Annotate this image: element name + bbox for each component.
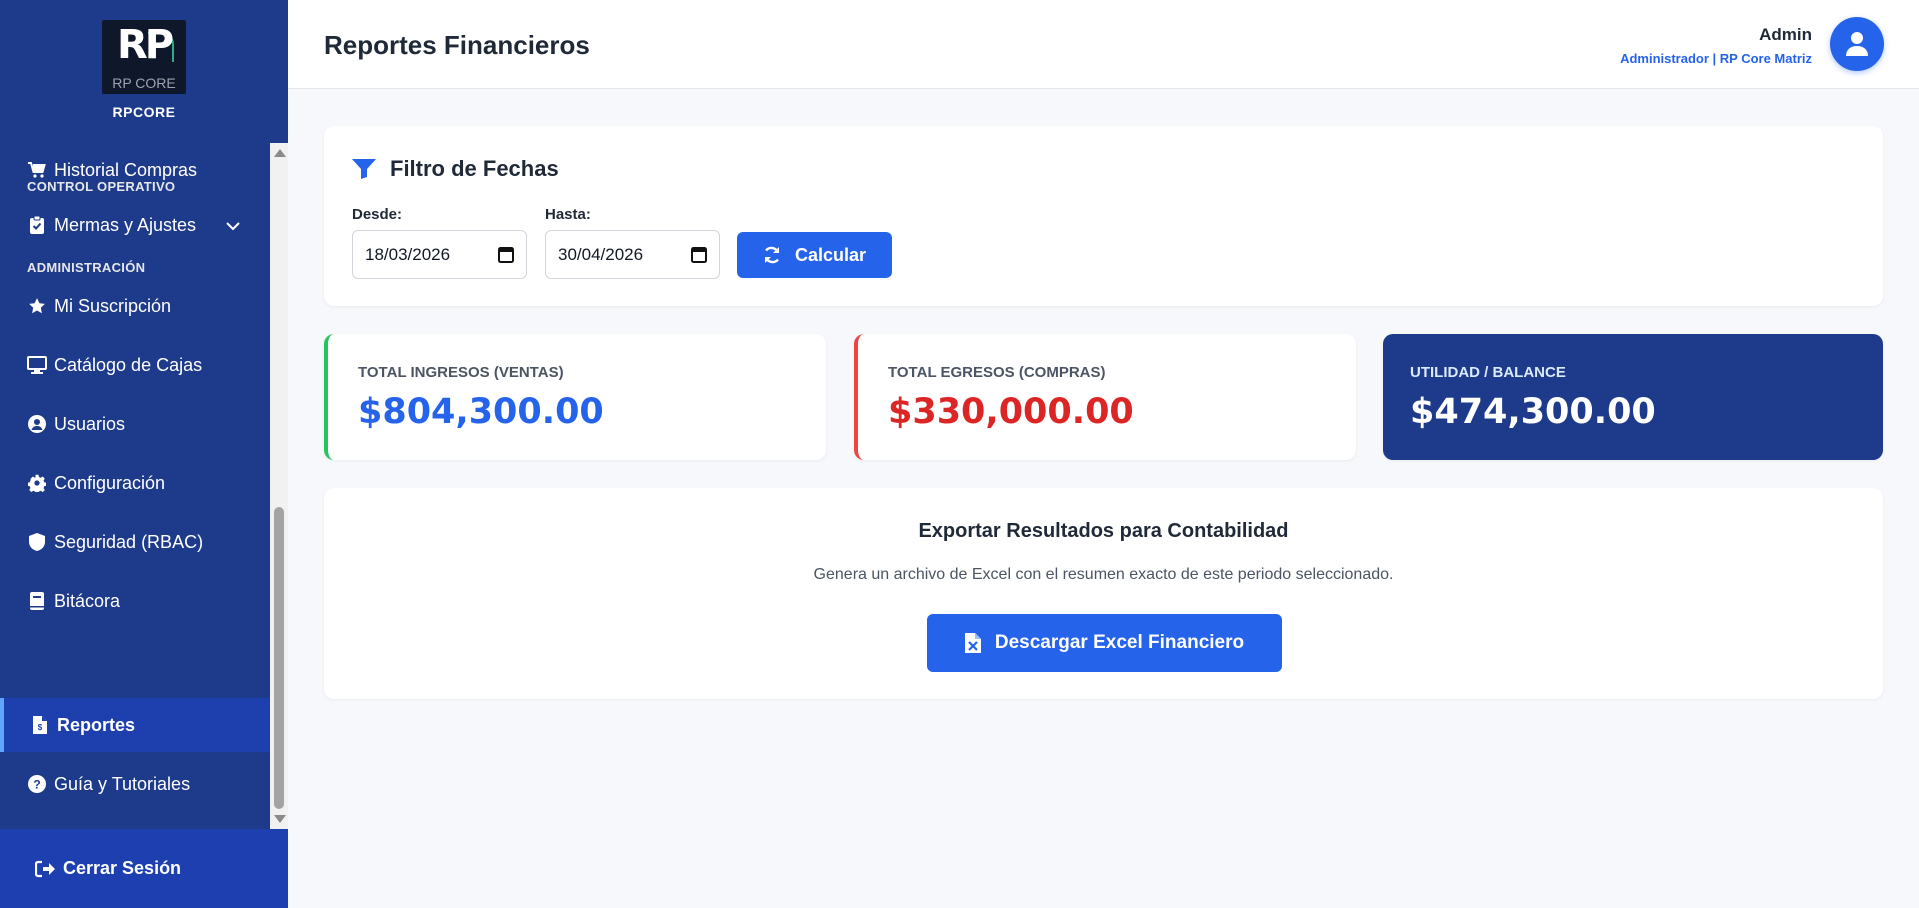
income-label: TOTAL INGRESOS (VENTAS) [358, 364, 564, 381]
logout-label: Cerrar Sesión [63, 858, 182, 878]
sync-icon [763, 246, 781, 264]
chevron-down-icon[interactable] [226, 215, 240, 236]
balance-label: UTILIDAD / BALANCE [1410, 364, 1566, 381]
balance-card: UTILIDAD / BALANCE $474,300.00 [1383, 334, 1883, 460]
user-role: Administrador | RP Core Matriz [1620, 51, 1812, 66]
sidebar-item-label: Bitácora [54, 590, 121, 611]
export-title: Exportar Resultados para Contabilidad [918, 520, 1289, 542]
scroll-up-arrow-icon[interactable] [274, 149, 286, 157]
expense-value: $330,000.00 [888, 392, 1134, 432]
filter-title: Filtro de Fechas [352, 156, 559, 182]
file-invoice-icon: $ [30, 715, 50, 735]
sidebar-item-mi-suscripcion[interactable]: Mi Suscripción [0, 279, 270, 333]
file-excel-icon [964, 633, 981, 653]
from-date-input[interactable]: 18/03/2026 [352, 230, 527, 279]
expense-card: TOTAL EGRESOS (COMPRAS) $330,000.00 [854, 334, 1356, 460]
sidebar-item-label: Usuarios [54, 413, 126, 434]
export-description: Genera un archivo de Excel con el resume… [813, 566, 1394, 583]
cart-icon [27, 160, 47, 180]
download-excel-label: Descargar Excel Financiero [994, 632, 1245, 653]
calculate-button[interactable]: Calcular [737, 232, 892, 278]
user-circle-icon [27, 414, 47, 434]
sidebar: RP RP CORE RPCORE Historial Compras CONT… [0, 0, 288, 908]
date-filter-card: Filtro de Fechas Desde: 18/03/2026 Hasta… [324, 126, 1883, 306]
calendar-icon[interactable] [498, 246, 514, 268]
brand: RP RP CORE RPCORE [0, 0, 288, 143]
sidebar-item-configuracion[interactable]: Configuración [0, 456, 270, 510]
sidebar-item-label: Catálogo de Cajas [54, 354, 203, 375]
calendar-icon[interactable] [691, 246, 707, 268]
sidebar-item-catalogo-cajas[interactable]: Catálogo de Cajas [0, 338, 270, 392]
sidebar-item-usuarios[interactable]: Usuarios [0, 397, 270, 451]
gear-icon [27, 473, 47, 493]
sidebar-item-label: Mi Suscripción [54, 295, 172, 316]
scroll-down-arrow-icon[interactable] [274, 815, 286, 823]
sidebar-item-reportes[interactable]: $ Reportes [0, 698, 270, 752]
from-date-label: Desde: [352, 206, 403, 223]
income-value: $804,300.00 [358, 392, 604, 432]
sidebar-item-label: Reportes [57, 714, 136, 735]
balance-value: $474,300.00 [1410, 392, 1656, 432]
sidebar-scrollbar[interactable] [270, 143, 288, 829]
avatar[interactable] [1830, 17, 1884, 71]
logo-letters: RP [116, 22, 174, 68]
svg-text:$: $ [38, 723, 43, 732]
export-card: Exportar Resultados para Contabilidad Ge… [324, 488, 1883, 699]
brand-logo[interactable]: RP RP CORE [102, 20, 186, 94]
section-control-operativo: CONTROL OPERATIVO [27, 179, 176, 194]
book-icon [27, 591, 47, 611]
scrollbar-thumb[interactable] [274, 507, 284, 809]
svg-text:?: ? [33, 778, 40, 792]
from-date-value: 18/03/2026 [365, 244, 451, 264]
expense-label: TOTAL EGRESOS (COMPRAS) [888, 364, 1106, 381]
to-date-input[interactable]: 30/04/2026 [545, 230, 720, 279]
brand-name: RPCORE [112, 104, 176, 120]
income-card: TOTAL INGRESOS (VENTAS) $804,300.00 [324, 334, 826, 460]
to-date-value: 30/04/2026 [558, 244, 644, 264]
page-title: Reportes Financieros [324, 30, 590, 60]
clipboard-icon [27, 215, 47, 235]
user-name: Admin [1759, 25, 1812, 44]
calculate-label: Calcular [794, 244, 867, 265]
star-icon [27, 296, 47, 316]
sidebar-item-guia-tutoriales[interactable]: ? Guía y Tutoriales [0, 757, 270, 811]
sidebar-item-label: Configuración [54, 472, 166, 493]
filter-title-text: Filtro de Fechas [390, 156, 559, 181]
sidebar-item-label: Historial Compras [54, 159, 198, 180]
section-administracion: ADMINISTRACIÓN [27, 260, 146, 275]
sidebar-item-bitacora[interactable]: Bitácora [0, 574, 270, 628]
filter-icon [352, 159, 376, 179]
question-circle-icon: ? [27, 774, 47, 794]
sign-out-icon [35, 860, 55, 878]
monitor-icon [27, 355, 47, 375]
sidebar-item-seguridad[interactable]: Seguridad (RBAC) [0, 515, 270, 569]
shield-icon [27, 532, 47, 552]
logout-button[interactable]: Cerrar Sesión [0, 829, 288, 908]
to-date-label: Hasta: [545, 206, 591, 223]
sidebar-nav: Historial Compras CONTROL OPERATIVO Merm… [0, 143, 270, 829]
sidebar-item-label: Seguridad (RBAC) [54, 531, 204, 552]
sidebar-item-label: Guía y Tutoriales [54, 773, 191, 794]
sidebar-item-mermas-ajustes[interactable]: Mermas y Ajustes [0, 198, 270, 252]
user-icon [1846, 32, 1868, 56]
download-excel-button[interactable]: Descargar Excel Financiero [927, 614, 1282, 672]
logo-subtitle: RP CORE [112, 75, 176, 91]
top-header: Reportes Financieros Admin Administrador… [288, 0, 1919, 89]
user-info: Admin Administrador | RP Core Matriz [1620, 25, 1812, 66]
sidebar-item-label: Mermas y Ajustes [54, 214, 197, 235]
